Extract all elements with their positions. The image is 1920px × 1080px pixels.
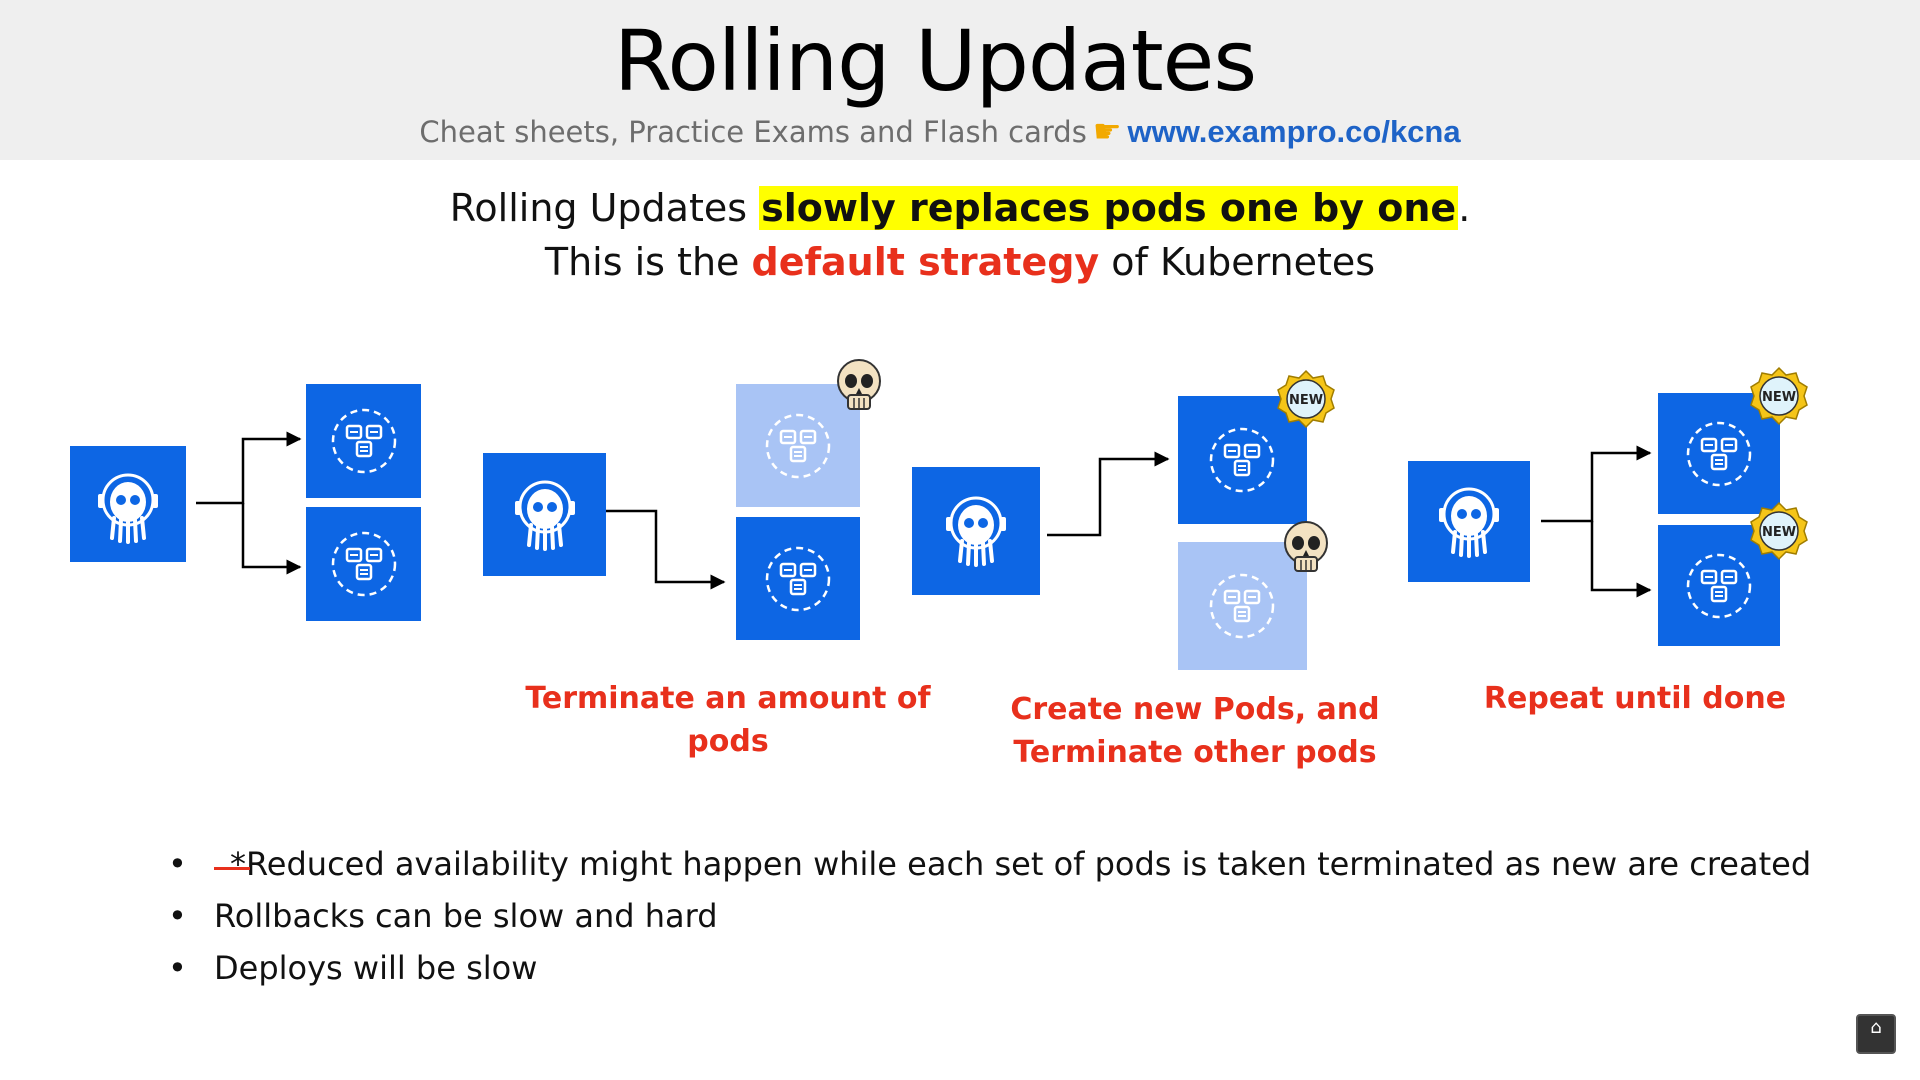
- step2-group: [483, 359, 881, 640]
- intro-line-2-suffix: of Kubernetes: [1099, 240, 1376, 284]
- intro-line-1-prefix: Rolling Updates: [449, 186, 760, 230]
- intro-highlight: slowly replaces pods one by one: [759, 186, 1459, 230]
- connector-arrow: [606, 509, 726, 590]
- page-title: Rolling Updates: [613, 12, 1257, 110]
- connector-arrow: [241, 503, 302, 575]
- caption-step2: Terminate an amount of pods: [525, 681, 931, 759]
- bullet-text: Rollbacks can be slow and hard: [214, 897, 718, 935]
- caption-step3-line2: Terminate other pods: [1013, 735, 1377, 770]
- pod-box-terminated: [736, 384, 860, 507]
- bullet-text: Deploys will be slow: [214, 949, 538, 987]
- intro-emphasis: default strategy: [751, 240, 1100, 284]
- subtitle-text: Cheat sheets, Practice Exams and Flash c…: [419, 115, 1087, 149]
- caption-step4: Repeat until done: [1483, 681, 1787, 716]
- exampro-link[interactable]: www.exampro.co/kcna: [1128, 114, 1461, 149]
- notes-list: • *Reduced availability might happen whil…: [168, 838, 1811, 994]
- list-item: • *Reduced availability might happen whil…: [168, 845, 1812, 883]
- intro-line-1: Rolling Updates slowly replaces pods one…: [0, 186, 1920, 230]
- intro-line-2-prefix: This is the: [544, 240, 752, 284]
- pod-box: [736, 517, 860, 640]
- connector-arrow: [196, 431, 302, 505]
- connector-arrow: [1590, 521, 1652, 598]
- new-badge-label: NEW: [1762, 525, 1796, 540]
- caption-step3-line1: Create new Pods, and: [1010, 692, 1380, 727]
- header-subtitle: Cheat sheets, Practice Exams and Flash c…: [0, 112, 1880, 150]
- intro-line-1-suffix: .: [1458, 186, 1471, 230]
- header-bar: Rolling Updates Cheat sheets, Practice E…: [0, 0, 1920, 160]
- list-item: • Deploys will be slow: [168, 949, 538, 987]
- pointing-hand-icon: ☛: [1092, 112, 1122, 150]
- new-badge-label: NEW: [1762, 390, 1796, 405]
- subscribe-icon[interactable]: ⌂: [1856, 1014, 1896, 1054]
- strike-mark: [214, 866, 250, 870]
- step3-group: NEW: [912, 370, 1335, 670]
- caption-step3: Create new Pods, and Terminate other pod…: [1000, 688, 1390, 774]
- step4-group: NEW NEW: [1408, 367, 1808, 646]
- intro-line-2: This is the default strategy of Kubernet…: [0, 240, 1920, 284]
- bullet-text: *Reduced availability might happen while…: [230, 845, 1812, 883]
- list-item: • Rollbacks can be slow and hard: [168, 897, 718, 935]
- connector-arrow: [1541, 445, 1652, 523]
- new-badge-label: NEW: [1289, 393, 1323, 408]
- step1-group: [70, 384, 421, 621]
- connector-arrow: [1047, 451, 1170, 537]
